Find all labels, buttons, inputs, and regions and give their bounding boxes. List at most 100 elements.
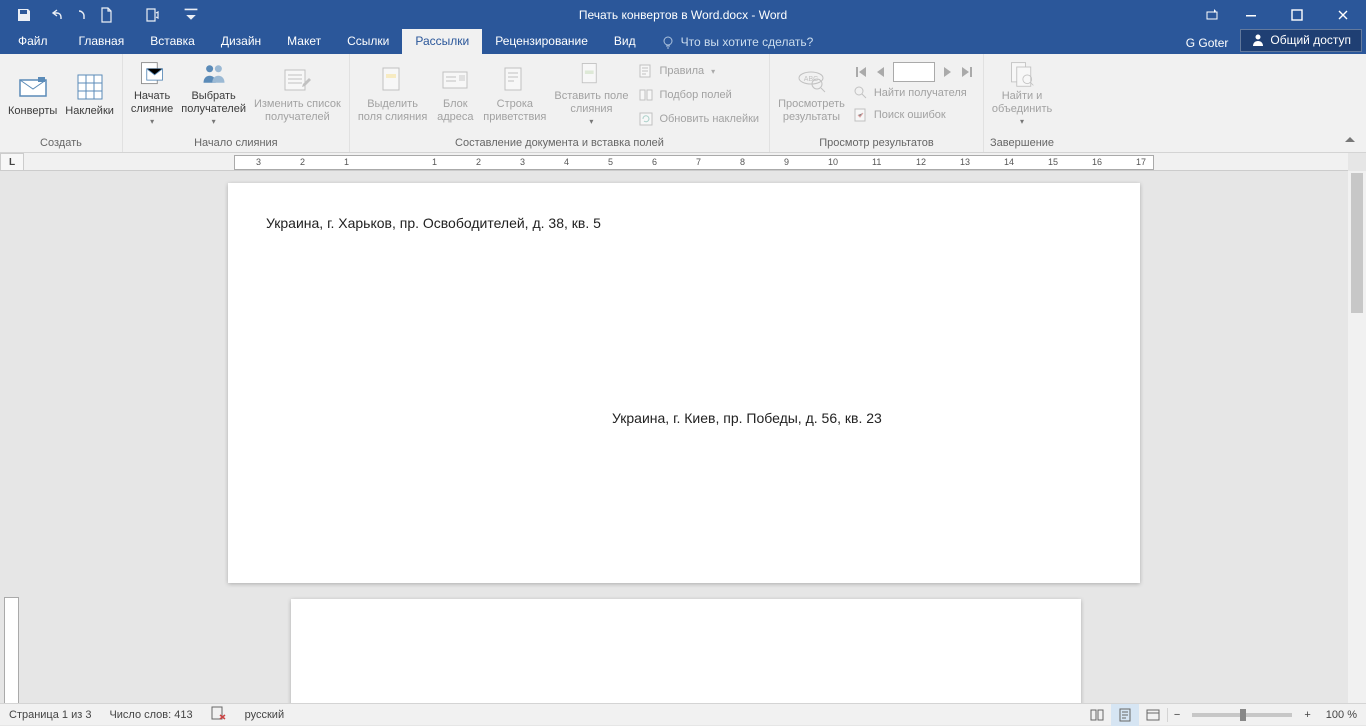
ruler-tick: 11 bbox=[872, 157, 881, 167]
check-icon bbox=[853, 107, 869, 123]
horizontal-ruler[interactable]: 3211234567891011121314151617 bbox=[24, 153, 1348, 171]
group-create-label: Создать bbox=[4, 135, 118, 152]
share-label: Общий доступ bbox=[1270, 33, 1351, 47]
zoom-in-icon[interactable]: + bbox=[1298, 709, 1316, 721]
lightbulb-icon bbox=[661, 35, 675, 49]
minimize-icon[interactable] bbox=[1228, 0, 1274, 29]
ruler-tick: 6 bbox=[652, 157, 657, 167]
tab-view[interactable]: Вид bbox=[601, 29, 649, 54]
tab-references[interactable]: Ссылки bbox=[334, 29, 402, 54]
status-bar: Страница 1 из 3 Число слов: 413 русский … bbox=[0, 703, 1366, 725]
zoom-thumb[interactable] bbox=[1240, 709, 1246, 721]
read-mode-icon[interactable] bbox=[1083, 704, 1111, 726]
touch-mode-icon[interactable] bbox=[136, 0, 168, 29]
envelope-page-1[interactable]: Украина, г. Харьков, пр. Освободителей, … bbox=[228, 183, 1140, 583]
match-fields-button: Подбор полей bbox=[634, 84, 763, 106]
page-indicator[interactable]: Страница 1 из 3 bbox=[0, 709, 100, 721]
ribbon-display-options-icon[interactable] bbox=[1196, 0, 1228, 29]
zoom-out-icon[interactable]: − bbox=[1168, 709, 1186, 721]
ruler-tick: 12 bbox=[916, 157, 926, 167]
labels-icon bbox=[74, 71, 106, 103]
labels-button[interactable]: Наклейки bbox=[61, 58, 118, 130]
maximize-icon[interactable] bbox=[1274, 0, 1320, 29]
group-finish: Найти и объединить▾ Завершение bbox=[984, 54, 1060, 152]
tab-design[interactable]: Дизайн bbox=[208, 29, 274, 54]
ruler-tick: 1 bbox=[344, 157, 349, 167]
rules-button: Правила▾ bbox=[634, 60, 763, 82]
recipient-address[interactable]: Украина, г. Киев, пр. Победы, д. 56, кв.… bbox=[612, 410, 882, 426]
preview-icon: ABC bbox=[795, 64, 827, 96]
group-write-insert: Выделить поля слияния Блок адреса Строка… bbox=[350, 54, 770, 152]
tab-insert[interactable]: Вставка bbox=[137, 29, 208, 54]
ruler-tick: 15 bbox=[1048, 157, 1058, 167]
tell-me-placeholder: Что вы хотите сделать? bbox=[681, 35, 814, 49]
check-errors-button: Поиск ошибок bbox=[849, 104, 979, 126]
ruler-tick: 3 bbox=[520, 157, 525, 167]
find-icon bbox=[853, 85, 869, 101]
tab-file[interactable]: Файл bbox=[0, 29, 66, 54]
tell-me-search[interactable]: Что вы хотите сделать? bbox=[661, 35, 814, 54]
tab-home[interactable]: Главная bbox=[66, 29, 138, 54]
document-title: Печать конвертов в Word.docx - Word bbox=[579, 8, 787, 22]
group-create: Конверты Наклейки Создать bbox=[0, 54, 123, 152]
group-start-merge: Начать слияние▾ Выбрать получателей▾ Изм… bbox=[123, 54, 350, 152]
start-merge-button[interactable]: Начать слияние▾ bbox=[127, 58, 177, 130]
highlight-fields-button: Выделить поля слияния bbox=[354, 58, 431, 130]
tab-layout[interactable]: Макет bbox=[274, 29, 334, 54]
next-record-icon bbox=[937, 62, 957, 82]
ruler-tick: 13 bbox=[960, 157, 970, 167]
rules-icon bbox=[638, 63, 654, 79]
user-name[interactable]: G Goter bbox=[1180, 36, 1235, 54]
new-doc-icon[interactable] bbox=[90, 0, 122, 29]
first-record-icon bbox=[851, 62, 871, 82]
zoom-level[interactable]: 100 % bbox=[1317, 709, 1366, 721]
ruler-tick: 8 bbox=[740, 157, 745, 167]
vertical-scrollbar[interactable] bbox=[1348, 171, 1366, 703]
title-bar: Печать конвертов в Word.docx - Word bbox=[0, 0, 1366, 29]
tab-selector[interactable]: L bbox=[0, 153, 24, 171]
ruler-tick: 3 bbox=[256, 157, 261, 167]
ribbon-tabs: Файл Главная Вставка Дизайн Макет Ссылки… bbox=[0, 29, 1366, 54]
ruler-tick: 10 bbox=[828, 157, 838, 167]
view-buttons bbox=[1083, 704, 1167, 726]
envelopes-button[interactable]: Конверты bbox=[4, 58, 61, 130]
web-layout-icon[interactable] bbox=[1139, 704, 1167, 726]
collapse-ribbon-icon[interactable] bbox=[1342, 132, 1358, 148]
record-number-input[interactable] bbox=[893, 62, 935, 82]
ruler-tick: 2 bbox=[300, 157, 305, 167]
zoom-slider[interactable] bbox=[1192, 713, 1292, 717]
vertical-ruler[interactable] bbox=[0, 171, 24, 703]
tab-mailings[interactable]: Рассылки bbox=[402, 29, 482, 54]
spelling-status-icon[interactable] bbox=[202, 705, 236, 724]
ruler-tick: 14 bbox=[1004, 157, 1014, 167]
group-preview-label: Просмотр результатов bbox=[774, 135, 979, 152]
select-recipients-button[interactable]: Выбрать получателей▾ bbox=[177, 58, 250, 130]
ruler-tick: 1 bbox=[432, 157, 437, 167]
highlight-icon bbox=[377, 64, 409, 96]
sender-address[interactable]: Украина, г. Харьков, пр. Освободителей, … bbox=[266, 215, 601, 231]
tab-review[interactable]: Рецензирование bbox=[482, 29, 601, 54]
preview-results-button: ABC Просмотреть результаты bbox=[774, 58, 849, 130]
group-write-label: Составление документа и вставка полей bbox=[354, 135, 765, 152]
people-icon bbox=[198, 60, 230, 88]
envelope-icon bbox=[17, 71, 49, 103]
ruler-tick: 4 bbox=[564, 157, 569, 167]
ruler-tick: 5 bbox=[608, 157, 613, 167]
envelope-page-2[interactable] bbox=[291, 599, 1081, 703]
word-count[interactable]: Число слов: 413 bbox=[100, 709, 201, 721]
share-button[interactable]: Общий доступ bbox=[1240, 29, 1362, 52]
insert-field-icon bbox=[575, 60, 607, 88]
update-labels-button: Обновить наклейки bbox=[634, 108, 763, 130]
document-area: L 3211234567891011121314151617 Украина, … bbox=[0, 153, 1366, 703]
close-icon[interactable] bbox=[1320, 0, 1366, 29]
language-indicator[interactable]: русский bbox=[236, 709, 293, 721]
print-layout-icon[interactable] bbox=[1111, 704, 1139, 726]
person-icon bbox=[1251, 33, 1265, 47]
finish-merge-button: Найти и объединить▾ bbox=[988, 58, 1056, 130]
scroll-thumb[interactable] bbox=[1351, 173, 1363, 313]
save-icon[interactable] bbox=[8, 0, 40, 29]
group-start-label: Начало слияния bbox=[127, 135, 345, 152]
undo-icon[interactable] bbox=[40, 0, 72, 29]
customize-qat-icon[interactable] bbox=[182, 0, 200, 29]
redo-icon[interactable] bbox=[72, 0, 90, 29]
